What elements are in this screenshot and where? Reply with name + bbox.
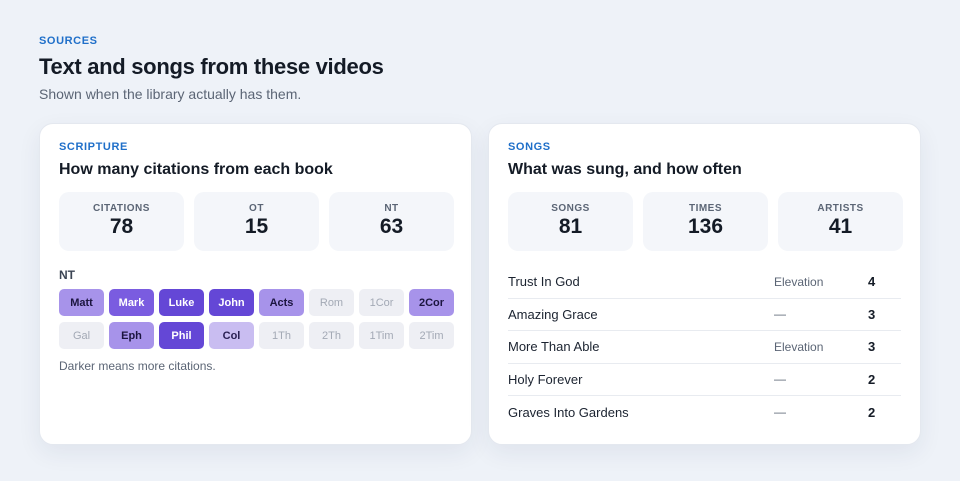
- stat-citations: CITATIONS 78: [59, 192, 184, 251]
- song-count: 2: [868, 404, 876, 420]
- song-artist: Elevation: [774, 339, 824, 354]
- book-chip-1tim[interactable]: 1Tim: [359, 322, 404, 349]
- book-chip-acts[interactable]: Acts: [259, 289, 304, 316]
- song-row[interactable]: Holy Forever — 2: [508, 364, 901, 396]
- book-chip-1cor[interactable]: 1Cor: [359, 289, 404, 316]
- book-chip-rom[interactable]: Rom: [309, 289, 354, 316]
- book-chip-john[interactable]: John: [209, 289, 254, 316]
- stat-value: 63: [379, 215, 404, 238]
- song-title: Amazing Grace: [508, 306, 598, 322]
- stat-nt: NT 63: [329, 192, 454, 251]
- heatmap-legend-note: Darker means more citations.: [59, 359, 216, 373]
- song-row[interactable]: Graves Into Gardens — 2: [508, 396, 901, 429]
- song-count: 2: [868, 371, 876, 387]
- stat-label: NT: [384, 203, 399, 214]
- book-chip-eph[interactable]: Eph: [109, 322, 154, 349]
- stat-ot: OT 15: [194, 192, 319, 251]
- song-title: More Than Able: [508, 339, 600, 355]
- book-chip-gal[interactable]: Gal: [59, 322, 104, 349]
- testament-label: NT: [59, 268, 75, 282]
- page-title: Text and songs from these videos: [39, 54, 384, 79]
- book-chip-2cor[interactable]: 2Cor: [409, 289, 454, 316]
- stat-value: 136: [687, 215, 724, 238]
- songs-stats: SONGS 81 TIMES 136 ARTISTS 41: [508, 192, 903, 251]
- book-chip-matt[interactable]: Matt: [59, 289, 104, 316]
- song-title: Trust In God: [508, 274, 580, 290]
- song-row[interactable]: More Than Able Elevation 3: [508, 331, 901, 364]
- stat-value: 15: [244, 215, 269, 238]
- stat-label: SONGS: [551, 203, 590, 214]
- book-chip-1th[interactable]: 1Th: [259, 322, 304, 349]
- song-artist: —: [774, 372, 786, 387]
- stat-label: CITATIONS: [93, 203, 150, 214]
- stat-value: 78: [109, 215, 134, 238]
- book-chip-col[interactable]: Col: [209, 322, 254, 349]
- stat-label: ARTISTS: [817, 203, 864, 214]
- scripture-title: How many citations from each book: [59, 161, 333, 178]
- stat-label: OT: [249, 203, 264, 214]
- stat-artists: ARTISTS 41: [778, 192, 903, 251]
- stat-times: TIMES 136: [643, 192, 768, 251]
- song-artist: —: [774, 405, 786, 420]
- page-header: SOURCES Text and songs from these videos…: [39, 35, 384, 102]
- song-artist: —: [774, 307, 786, 322]
- stat-label: TIMES: [688, 203, 723, 214]
- stat-value: 81: [558, 215, 583, 238]
- song-title: Graves Into Gardens: [508, 404, 629, 420]
- book-chip-2tim[interactable]: 2Tim: [409, 322, 454, 349]
- stat-value: 41: [828, 215, 853, 238]
- scripture-card: SCRIPTURE How many citations from each b…: [39, 123, 472, 445]
- songs-eyebrow: SONGS: [508, 141, 551, 153]
- book-chip-luke[interactable]: Luke: [159, 289, 204, 316]
- section-eyebrow: SOURCES: [39, 35, 98, 47]
- song-title: Holy Forever: [508, 371, 583, 387]
- page-subtitle: Shown when the library actually has them…: [39, 86, 302, 102]
- scripture-stats: CITATIONS 78 OT 15 NT 63: [59, 192, 454, 251]
- songs-title: What was sung, and how often: [508, 161, 742, 178]
- book-chip-2th[interactable]: 2Th: [309, 322, 354, 349]
- scripture-eyebrow: SCRIPTURE: [59, 141, 128, 153]
- song-list: Trust In God Elevation 4 Amazing Grace —…: [508, 266, 901, 429]
- book-heatmap: Matt Mark Luke John Acts Rom 1Cor 2Cor Gal Eph Phi…: [59, 289, 455, 349]
- song-artist: Elevation: [774, 274, 824, 289]
- song-count: 3: [868, 306, 876, 322]
- song-row[interactable]: Trust In God Elevation 4: [508, 266, 901, 299]
- book-chip-mark[interactable]: Mark: [109, 289, 154, 316]
- songs-card: SONGS What was sung, and how often SONGS…: [488, 123, 921, 445]
- book-chip-phil[interactable]: Phil: [159, 322, 204, 349]
- song-row[interactable]: Amazing Grace — 3: [508, 299, 901, 331]
- stat-songs: SONGS 81: [508, 192, 633, 251]
- song-count: 3: [868, 339, 876, 355]
- song-count: 4: [868, 274, 876, 290]
